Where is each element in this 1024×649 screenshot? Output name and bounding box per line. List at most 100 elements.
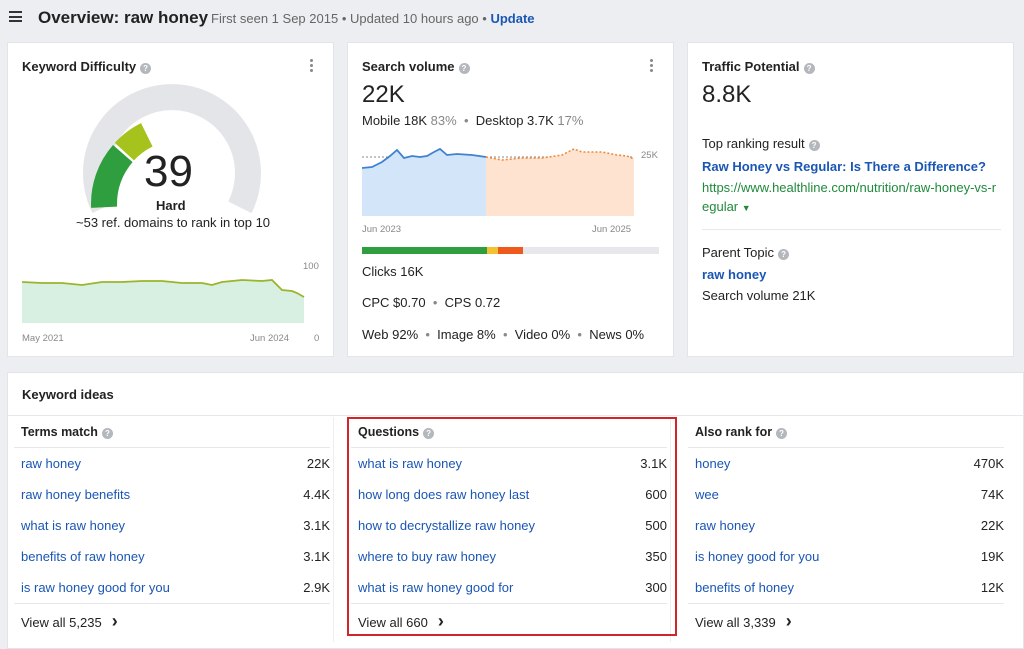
question-mark-icon[interactable]: ? — [803, 63, 815, 74]
kd-subtitle: ~53 ref. domains to rank in top 10 — [76, 215, 271, 230]
keyword-row[interactable]: where to buy raw honey 350 — [358, 541, 667, 572]
keyword-link[interactable]: raw honey benefits — [21, 487, 130, 502]
divider — [702, 229, 1001, 230]
clicks-distribution-bar — [362, 247, 659, 254]
keyword-volume: 4.4K — [303, 487, 330, 502]
column-heading: Questions? — [358, 425, 435, 439]
keyword-row[interactable]: what is raw honey 3.1K — [358, 448, 667, 479]
page-meta: First seen 1 Sep 2015 • Updated 10 hours… — [211, 11, 535, 26]
keyword-link[interactable]: raw honey — [21, 456, 81, 471]
question-mark-icon[interactable]: ? — [776, 428, 788, 439]
kd-level: Hard — [156, 198, 186, 213]
kd-score: 39 — [144, 147, 193, 196]
vertical-dots-icon[interactable] — [308, 59, 314, 74]
news-pct: News 0% — [589, 327, 645, 342]
question-mark-icon[interactable]: ? — [140, 63, 152, 74]
keyword-link[interactable]: wee — [695, 487, 719, 502]
keyword-link[interactable]: is honey good for you — [695, 549, 819, 564]
keyword-volume: 3.1K — [303, 549, 330, 564]
view-all-link[interactable]: View all 660 › — [358, 611, 444, 631]
kd-title-text: Keyword Difficulty — [22, 59, 137, 74]
caret-down-icon[interactable]: ▼ — [742, 203, 751, 213]
question-mark-icon[interactable]: ? — [778, 249, 790, 260]
keyword-volume: 19K — [980, 549, 1004, 564]
keyword-volume: 300 — [645, 580, 667, 595]
clicks-organic-segment — [362, 247, 487, 254]
keyword-link[interactable]: what is raw honey — [358, 456, 462, 471]
keyword-row[interactable]: what is raw honey 3.1K — [21, 510, 330, 541]
view-all-link[interactable]: View all 5,235 › — [21, 611, 118, 631]
parent-topic-link[interactable]: raw honey — [702, 267, 766, 282]
keyword-row[interactable]: raw honey 22K — [21, 448, 330, 479]
keyword-row[interactable]: wee 74K — [695, 479, 1004, 510]
kd-history-area — [22, 280, 304, 323]
keyword-link[interactable]: benefits of raw honey — [21, 549, 145, 564]
view-all-link[interactable]: View all 3,339 › — [695, 612, 792, 630]
clicks-ads-segment — [487, 247, 498, 254]
desktop-pct: 17% — [557, 113, 584, 128]
view-all-text: View all 5,235 — [21, 615, 102, 630]
card-title: Traffic Potential? — [702, 59, 815, 74]
top-result-url-line2[interactable]: egular ▼ — [702, 199, 751, 214]
update-link[interactable]: Update — [490, 11, 534, 26]
sv-value: 22K — [362, 81, 405, 108]
image-pct: Image 8% — [437, 327, 496, 342]
keyword-link[interactable]: is raw honey good for you — [21, 580, 170, 595]
top-ranking-label: Top ranking result? — [702, 136, 820, 151]
parent-topic-label-text: Parent Topic — [702, 245, 775, 260]
keyword-row[interactable]: is honey good for you 19K — [695, 541, 1004, 572]
mobile-volume: Mobile 18K — [362, 113, 428, 128]
search-volume-card: Search volume? 22K Mobile 18K 83% • Desk… — [347, 42, 674, 357]
top-result-title-link[interactable]: Raw Honey vs Regular: Is There a Differe… — [702, 159, 986, 174]
keyword-difficulty-card: Keyword Difficulty? 39 Hard ~53 ref. dom… — [7, 42, 334, 357]
vertical-dots-icon[interactable] — [648, 59, 654, 74]
keyword-volume: 470K — [973, 456, 1004, 471]
question-mark-icon[interactable]: ? — [808, 140, 820, 151]
question-mark-icon[interactable]: ? — [423, 428, 435, 439]
parent-topic-label: Parent Topic? — [702, 245, 790, 260]
keyword-link[interactable]: raw honey — [695, 518, 755, 533]
keyword-row[interactable]: raw honey 22K — [695, 510, 1004, 541]
kd-x-start: May 2021 — [22, 333, 64, 344]
keyword-row[interactable]: what is raw honey good for 300 — [358, 572, 667, 603]
keyword-row[interactable]: benefits of honey 12K — [695, 572, 1004, 603]
kd-x-end: Jun 2024 — [250, 333, 290, 344]
keyword-row[interactable]: raw honey benefits 4.4K — [21, 479, 330, 510]
keyword-link[interactable]: benefits of honey — [695, 580, 794, 595]
chevron-right-icon: › — [437, 611, 444, 631]
page-title: Overview: raw honey — [38, 8, 209, 27]
tp-title-text: Traffic Potential — [702, 59, 800, 74]
question-mark-icon[interactable]: ? — [458, 63, 470, 74]
top-result-url-line1[interactable]: https://www.healthline.com/nutrition/raw… — [702, 180, 996, 195]
keyword-link[interactable]: where to buy raw honey — [358, 549, 496, 564]
keyword-row[interactable]: honey 470K — [695, 448, 1004, 479]
keyword-volume: 22K — [980, 518, 1004, 533]
top-result-url-text: egular — [702, 199, 739, 214]
separator-dot: • — [573, 327, 586, 342]
keyword-volume: 3.1K — [640, 456, 667, 471]
keyword-row[interactable]: how to decrystallize raw honey 500 — [358, 510, 667, 541]
question-mark-icon[interactable]: ? — [101, 428, 113, 439]
hamburger-icon[interactable] — [9, 11, 22, 22]
keyword-volume: 22K — [306, 456, 330, 471]
desktop-volume: Desktop 3.7K — [475, 113, 554, 128]
card-title: Search volume? — [362, 59, 470, 74]
sv-title-text: Search volume — [362, 59, 455, 74]
keyword-link[interactable]: how to decrystallize raw honey — [358, 518, 535, 533]
keyword-link[interactable]: honey — [695, 456, 730, 471]
keyword-row[interactable]: benefits of raw honey 3.1K — [21, 541, 330, 572]
kd-y-bottom: 0 — [314, 333, 320, 344]
updated-time: Updated 10 hours ago — [350, 11, 479, 26]
chevron-right-icon: › — [111, 611, 118, 631]
keyword-link[interactable]: how long does raw honey last — [358, 487, 529, 502]
keyword-link[interactable]: what is raw honey good for — [358, 580, 513, 595]
column-divider — [670, 417, 671, 642]
sv-y-tick: 25K — [641, 150, 658, 161]
keyword-link[interactable]: what is raw honey — [21, 518, 125, 533]
keyword-volume: 600 — [645, 487, 667, 502]
keyword-row[interactable]: how long does raw honey last 600 — [358, 479, 667, 510]
divider — [688, 603, 1004, 604]
gauge-green-segment — [91, 145, 133, 208]
column-heading: Terms match? — [21, 425, 113, 439]
keyword-row[interactable]: is raw honey good for you 2.9K — [21, 572, 330, 603]
